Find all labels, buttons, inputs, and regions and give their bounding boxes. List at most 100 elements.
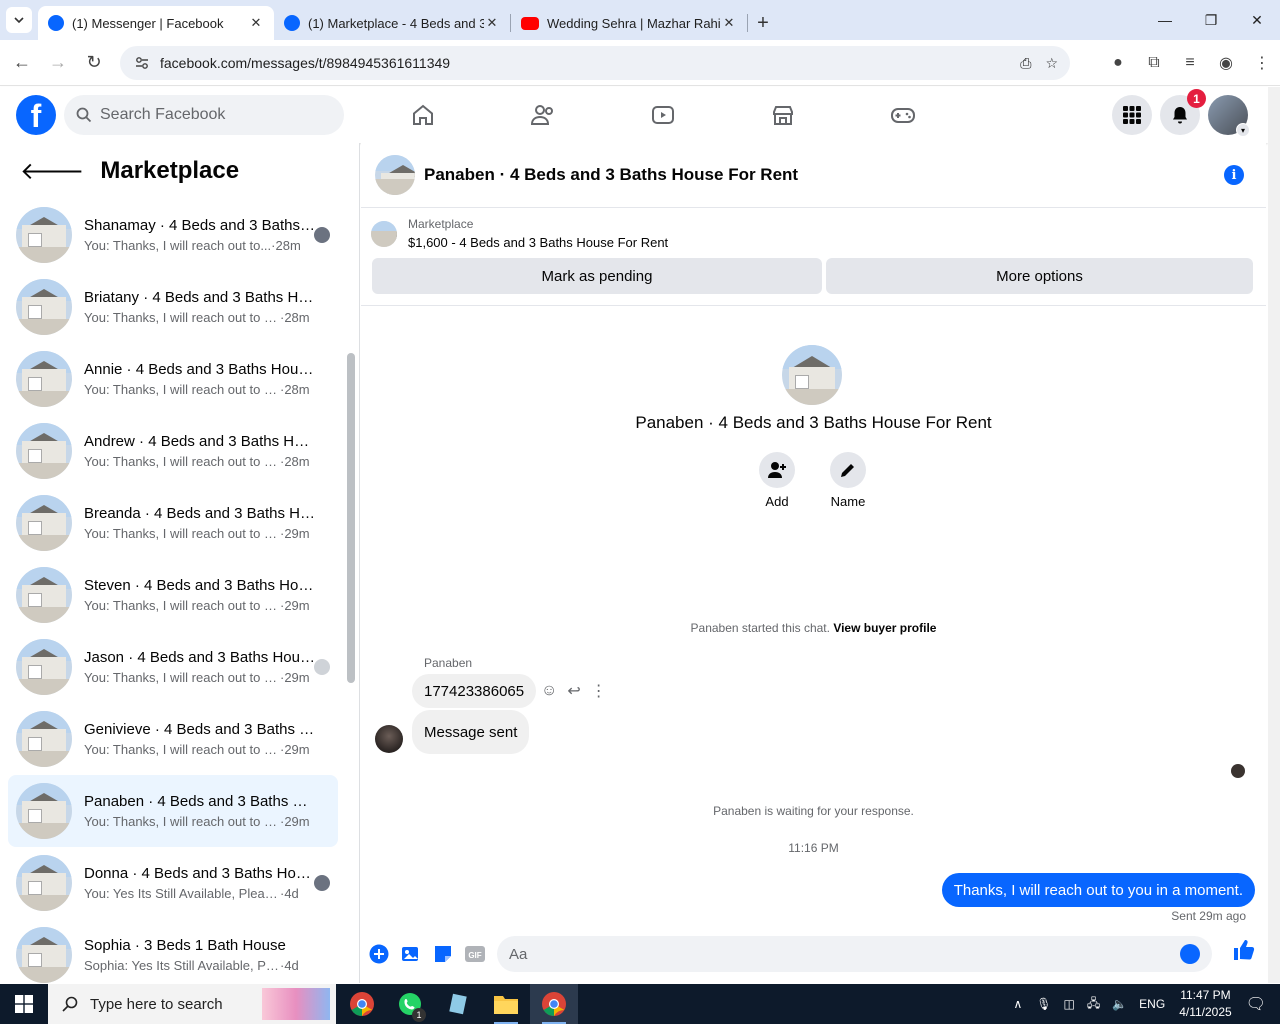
close-tab-icon[interactable]: ✕ bbox=[248, 15, 264, 31]
browser-tab-marketplace[interactable]: (1) Marketplace - 4 Beds and 3 ✕ bbox=[274, 6, 510, 40]
conversation-item[interactable]: Panaben · 4 Beds and 3 Baths House For R… bbox=[8, 775, 338, 847]
network-icon[interactable]: 🖧 bbox=[1087, 994, 1100, 1015]
conversation-item[interactable]: Donna · 4 Beds and 3 Baths House For Ren… bbox=[8, 847, 338, 919]
conversation-preview: You: Yes Its Still Available, Please ... bbox=[84, 886, 280, 901]
bookmark-star-icon[interactable]: ☆ bbox=[1045, 55, 1058, 72]
whatsapp-taskbar-icon[interactable]: 1 bbox=[386, 984, 434, 1024]
browser-tab-messenger[interactable]: (1) Messenger | Facebook ✕ bbox=[38, 6, 274, 40]
plus-circle-icon[interactable] bbox=[363, 938, 395, 970]
volume-icon[interactable]: 🔈 bbox=[1112, 997, 1127, 1011]
forward-icon[interactable]: → bbox=[40, 45, 76, 81]
address-bar[interactable]: facebook.com/messages/t/8984945361611349… bbox=[120, 46, 1070, 80]
photo-icon[interactable] bbox=[395, 938, 427, 970]
gif-icon[interactable]: GIF bbox=[459, 938, 491, 970]
conversation-item[interactable]: Annie · 4 Beds and 3 Baths House For Ren… bbox=[8, 343, 338, 415]
chevron-up-icon[interactable]: ∧ bbox=[1013, 997, 1022, 1011]
more-actions-icon[interactable]: ⋮ bbox=[591, 681, 607, 701]
media-control-icon[interactable]: ≡ bbox=[1172, 46, 1208, 80]
back-arrow-icon[interactable]: 🡐 bbox=[20, 156, 84, 186]
notification-badge: 1 bbox=[1187, 89, 1206, 108]
view-buyer-profile-link[interactable]: View buyer profile bbox=[833, 621, 936, 635]
file-explorer-taskbar-icon[interactable] bbox=[482, 984, 530, 1024]
facebook-main-nav bbox=[363, 87, 963, 143]
chat-title[interactable]: Panaben · 4 Beds and 3 Baths House For R… bbox=[424, 165, 798, 185]
listing-thumbnail[interactable] bbox=[375, 155, 415, 195]
notifications-button[interactable]: 1 bbox=[1160, 89, 1206, 135]
more-menu-icon[interactable]: ⋮ bbox=[1244, 46, 1280, 80]
react-emoji-icon[interactable]: ☺ bbox=[541, 682, 557, 700]
mark-as-pending-button[interactable]: Mark as pending bbox=[372, 258, 822, 294]
conversation-item[interactable]: Sophia · 3 Beds 1 Bath House Sophia: Yes … bbox=[8, 919, 338, 983]
friends-nav-button[interactable] bbox=[483, 87, 603, 143]
windows-taskbar: Type here to search 1 ∧ 🎙 ◫ 🖧 🔈 ENG 11:4… bbox=[0, 984, 1280, 1024]
back-icon[interactable]: ← bbox=[4, 45, 40, 81]
more-options-button[interactable]: More options bbox=[826, 258, 1253, 294]
close-window-icon[interactable]: ✕ bbox=[1234, 0, 1280, 40]
inbox-header: 🡐 Marketplace bbox=[0, 143, 359, 199]
conversation-item[interactable]: Steven · 4 Beds and 3 Baths House For Re… bbox=[8, 559, 338, 631]
facebook-header: f Search Facebook 1 ▾ bbox=[0, 87, 1268, 143]
meet-now-icon[interactable]: ◫ bbox=[1063, 997, 1074, 1011]
chrome-taskbar-icon[interactable] bbox=[338, 984, 386, 1024]
conversation-item[interactable]: Briatany · 4 Beds and 3 Baths House For … bbox=[8, 271, 338, 343]
language-indicator[interactable]: ENG bbox=[1139, 997, 1165, 1011]
restore-icon[interactable]: ❐ bbox=[1188, 0, 1234, 40]
like-thumb-icon[interactable] bbox=[1232, 938, 1256, 967]
notification-center-icon[interactable]: 🗨 bbox=[1246, 994, 1266, 1014]
conversation-item[interactable]: Jason · 4 Beds and 3 Baths House For Ren… bbox=[8, 631, 338, 703]
gaming-nav-button[interactable] bbox=[843, 87, 963, 143]
home-icon bbox=[413, 104, 433, 125]
info-icon[interactable]: i bbox=[1224, 165, 1244, 185]
tab-search-button[interactable] bbox=[6, 7, 32, 33]
facebook-logo-icon[interactable]: f bbox=[16, 95, 56, 135]
listing-banner[interactable]: Marketplace $1,600 - 4 Beds and 3 Baths … bbox=[371, 217, 668, 250]
reply-icon[interactable]: ↩ bbox=[567, 681, 580, 701]
notepad-taskbar-icon[interactable] bbox=[434, 984, 482, 1024]
taskbar-search-box[interactable]: Type here to search bbox=[48, 984, 336, 1024]
sender-avatar[interactable] bbox=[375, 725, 403, 753]
menu-button[interactable] bbox=[1112, 95, 1152, 135]
conversation-item[interactable]: Andrew · 4 Beds and 3 Baths House For Re… bbox=[8, 415, 338, 487]
reload-icon[interactable]: ↻ bbox=[76, 45, 112, 81]
close-tab-icon[interactable]: ✕ bbox=[484, 15, 500, 31]
chrome-profile-taskbar-icon[interactable] bbox=[530, 984, 578, 1024]
extensions-puzzle-icon[interactable]: ⧉ bbox=[1136, 46, 1172, 80]
message-bubble[interactable]: 177423386065 bbox=[412, 674, 537, 708]
conversation-title: Briatany · 4 Beds and 3 Baths House For … bbox=[84, 289, 316, 306]
page-scrollbar[interactable] bbox=[1268, 87, 1280, 983]
my-message-bubble[interactable]: Thanks, I will reach out to you in a mom… bbox=[941, 873, 1255, 907]
clock[interactable]: 11:47 PM 4/11/2025 bbox=[1179, 987, 1232, 1021]
marketplace-nav-button[interactable] bbox=[723, 87, 843, 143]
message-bubble[interactable]: Message sent bbox=[412, 710, 530, 754]
site-settings-icon[interactable] bbox=[134, 55, 150, 71]
name-button[interactable]: Name bbox=[818, 452, 878, 509]
home-nav-button[interactable] bbox=[363, 87, 483, 143]
video-nav-button[interactable] bbox=[603, 87, 723, 143]
emoji-icon[interactable] bbox=[1180, 944, 1200, 964]
microphone-icon[interactable]: 🎙 bbox=[1036, 997, 1051, 1011]
facebook-search-input[interactable]: Search Facebook bbox=[64, 95, 344, 135]
sticker-icon[interactable] bbox=[427, 938, 459, 970]
conversation-item[interactable]: Breanda · 4 Beds and 3 Baths House For R… bbox=[8, 487, 338, 559]
url-text: facebook.com/messages/t/8984945361611349 bbox=[160, 55, 451, 71]
extension-robot-icon[interactable]: ● bbox=[1100, 46, 1136, 80]
chat-started-notice: Panaben started this chat. View buyer pr… bbox=[361, 621, 1266, 635]
install-app-icon[interactable]: ⎙ bbox=[1020, 55, 1031, 72]
new-tab-button[interactable]: + bbox=[748, 6, 778, 40]
sent-status: Sent 29m ago bbox=[1171, 909, 1246, 923]
conversation-item[interactable]: Shanamay · 4 Beds and 3 Baths House For … bbox=[8, 199, 338, 271]
windows-start-icon[interactable] bbox=[0, 984, 48, 1024]
conversation-item[interactable]: Genivieve · 4 Beds and 3 Baths House For… bbox=[8, 703, 338, 775]
account-avatar[interactable]: ▾ bbox=[1208, 95, 1250, 137]
message-input[interactable]: Aa bbox=[497, 936, 1212, 972]
svg-text:GIF: GIF bbox=[468, 951, 481, 960]
add-button[interactable]: Add bbox=[747, 452, 807, 509]
profile-icon[interactable]: ◉ bbox=[1208, 46, 1244, 80]
inbox-scrollbar[interactable] bbox=[347, 353, 355, 683]
conversation-title: Steven · 4 Beds and 3 Baths House For Re… bbox=[84, 577, 316, 594]
listing-thumbnail bbox=[16, 279, 72, 335]
browser-tab-youtube[interactable]: Wedding Sehra | Mazhar Rahi | ✕ bbox=[511, 6, 747, 40]
close-tab-icon[interactable]: ✕ bbox=[721, 15, 737, 31]
read-receipt-avatar bbox=[314, 227, 330, 243]
minimize-icon[interactable]: — bbox=[1142, 0, 1188, 40]
